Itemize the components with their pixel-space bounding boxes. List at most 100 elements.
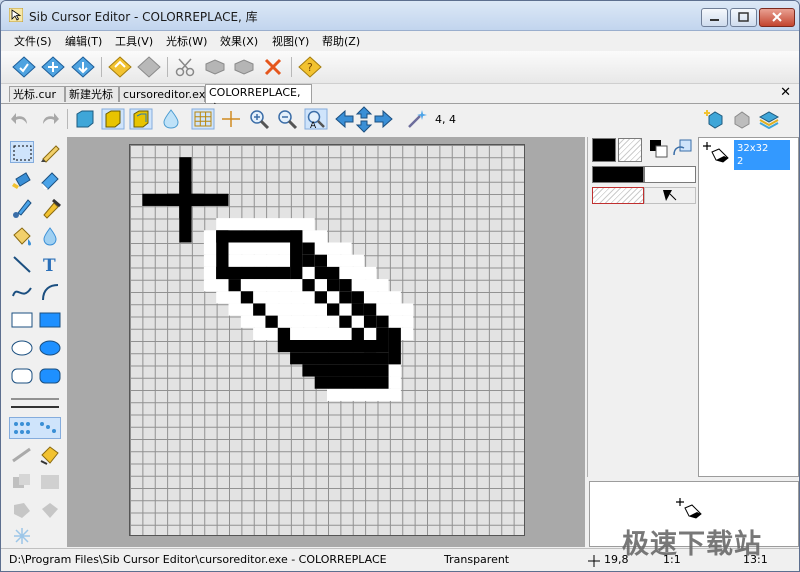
filled-rectangle-tool[interactable] xyxy=(38,309,62,331)
pixel-grid-canvas[interactable] xyxy=(129,144,525,536)
transparent-color[interactable] xyxy=(592,187,644,204)
arc-tool[interactable] xyxy=(38,281,62,303)
sparkle-tool[interactable] xyxy=(10,525,34,547)
move-arrows-icon[interactable] xyxy=(335,106,393,133)
remove-image-icon[interactable] xyxy=(730,108,754,130)
zoom-actual-icon[interactable]: A xyxy=(304,108,328,130)
line-tool[interactable] xyxy=(10,253,34,275)
undo-icon[interactable] xyxy=(9,108,33,130)
filled-rounded-rect-icon xyxy=(39,368,61,384)
cursor-pixel xyxy=(302,254,315,267)
paste-icon[interactable] xyxy=(232,56,256,78)
color-panel xyxy=(587,137,698,477)
menu-file[interactable]: 文件(S) xyxy=(14,33,52,49)
toolbar-separator xyxy=(291,57,292,77)
menu-edit[interactable]: 编辑(T) xyxy=(65,33,102,49)
ellipse-tool[interactable] xyxy=(10,337,34,359)
cursor-preview-icon xyxy=(676,498,702,519)
add-image-icon[interactable] xyxy=(703,108,727,130)
minimize-button[interactable] xyxy=(701,8,728,27)
menu-view[interactable]: 视图(Y) xyxy=(272,33,309,49)
right-button-color[interactable] xyxy=(644,166,696,183)
cursor-pixel xyxy=(363,340,377,353)
cursor-pixel xyxy=(327,279,340,292)
tab-cursor-cur[interactable]: 光标.cur xyxy=(9,86,65,102)
line-icon xyxy=(13,256,31,273)
menu-effects[interactable]: 效果(X) xyxy=(220,33,258,49)
watermark-text: 极速下载站 xyxy=(622,529,762,560)
filled-ellipse-tool[interactable] xyxy=(38,337,62,359)
copy-icon[interactable] xyxy=(203,56,227,78)
brush-tool[interactable] xyxy=(10,197,34,219)
image-properties-icon[interactable] xyxy=(757,108,781,130)
zoom-in-icon[interactable] xyxy=(247,108,271,130)
frame-icon[interactable] xyxy=(73,108,97,130)
inverse-color[interactable] xyxy=(644,187,696,204)
filled-rounded-rect-tool[interactable] xyxy=(38,365,62,387)
image-list-panel[interactable]: 32x32 2 xyxy=(698,137,799,477)
delete-icon[interactable] xyxy=(261,56,285,78)
maximize-button[interactable] xyxy=(730,8,757,27)
primary-color-swatch[interactable] xyxy=(592,138,616,162)
cursor-pixel xyxy=(179,181,192,219)
cursor-pixel xyxy=(302,364,389,377)
close-tab-icon[interactable]: ✕ xyxy=(780,85,791,100)
menu-help[interactable]: 帮助(Z) xyxy=(322,33,360,49)
drop-icon[interactable] xyxy=(159,108,183,130)
open-file-icon[interactable] xyxy=(41,56,65,78)
delete-frame-icon[interactable] xyxy=(137,56,161,78)
brush-size-selector[interactable] xyxy=(9,417,61,439)
minimize-icon xyxy=(710,19,719,21)
redo-icon[interactable] xyxy=(37,108,61,130)
tab-new-cursor[interactable]: 新建光标 xyxy=(65,86,119,102)
color-picker-tool[interactable] xyxy=(38,197,62,219)
cut-icon[interactable] xyxy=(174,56,198,78)
cursor-pixel xyxy=(314,376,389,389)
new-file-icon[interactable] xyxy=(12,56,36,78)
close-window-button[interactable] xyxy=(759,8,795,27)
cursor-pixel xyxy=(290,230,303,280)
rectangle-tool[interactable] xyxy=(10,309,34,331)
cursor-pixel xyxy=(339,291,352,304)
secondary-color-swatch[interactable] xyxy=(618,138,642,162)
curve-tool[interactable] xyxy=(10,281,34,303)
rounded-rect-tool[interactable] xyxy=(10,365,34,387)
help-icon[interactable]: ? xyxy=(298,56,322,78)
text-tool[interactable]: T xyxy=(38,253,62,276)
cursor-pixel xyxy=(351,327,364,340)
menu-cursor[interactable]: 光标(W) xyxy=(166,33,207,49)
eraser-tool[interactable] xyxy=(38,169,62,191)
tab-cursoreditor-exe[interactable]: cursoreditor.exe xyxy=(119,86,212,102)
pencil-tool[interactable] xyxy=(38,141,62,163)
main-toolbar: ? xyxy=(1,51,799,84)
menu-tools[interactable]: 工具(V) xyxy=(115,33,153,49)
grid-icon[interactable] xyxy=(191,108,215,130)
frame-yellow-icon[interactable] xyxy=(101,108,125,130)
zoom-out-icon[interactable] xyxy=(275,108,299,130)
shape-tool-c[interactable] xyxy=(10,499,34,521)
edit-icon[interactable] xyxy=(108,56,132,78)
image-list-item[interactable]: 32x32 2 xyxy=(734,140,790,170)
smudge-tool[interactable] xyxy=(10,443,34,465)
spray-tool[interactable] xyxy=(10,169,34,191)
shape-a-icon xyxy=(13,474,30,488)
save-file-icon[interactable] xyxy=(71,56,95,78)
tab-colorreplace[interactable]: COLORREPLACE, 库 xyxy=(205,84,312,115)
reset-colors-icon[interactable] xyxy=(672,138,694,160)
shape-tool-b[interactable] xyxy=(38,471,62,493)
rectangle-icon xyxy=(11,312,33,328)
gradient-tool[interactable] xyxy=(38,443,62,465)
select-rect-tool[interactable] xyxy=(10,141,34,163)
line-width-selector[interactable] xyxy=(9,393,61,415)
shape-tool-a[interactable] xyxy=(10,471,34,493)
magic-wand-icon[interactable] xyxy=(405,108,429,130)
fill-tool[interactable] xyxy=(10,225,34,247)
frame-multi-icon[interactable] xyxy=(129,108,153,130)
shape-tool-d[interactable] xyxy=(38,499,62,521)
arc-icon xyxy=(42,284,59,301)
left-button-color[interactable] xyxy=(592,166,644,183)
hotspot-icon[interactable] xyxy=(219,108,243,130)
shape-b-icon xyxy=(41,475,59,489)
swap-colors-icon[interactable] xyxy=(648,138,670,160)
replace-color-tool[interactable] xyxy=(38,225,62,247)
